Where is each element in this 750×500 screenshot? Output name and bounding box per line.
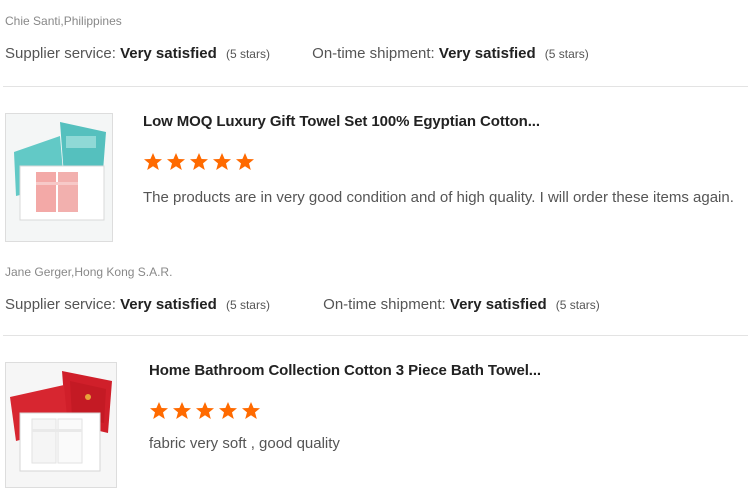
shipment-rating: On-time shipment: Very satisfied (5 star…	[323, 296, 600, 313]
shipment-value: Very satisfied	[449, 296, 547, 313]
review-ratings: Supplier service: Very satisfied (5 star…	[5, 45, 589, 62]
supplier-service-stars: (5 stars)	[225, 47, 270, 61]
product-title[interactable]: Low MOQ Luxury Gift Towel Set 100% Egypt…	[143, 113, 540, 130]
review-ratings: Supplier service: Very satisfied (5 star…	[5, 296, 600, 313]
rating-stars	[143, 152, 258, 174]
reviewer-name: Chie Santi,Philippines	[5, 14, 122, 28]
supplier-service-label: Supplier service:	[5, 45, 116, 62]
divider	[3, 86, 748, 87]
review-comment: fabric very soft , good quality	[149, 435, 340, 452]
supplier-service-value: Very satisfied	[120, 45, 217, 62]
shipment-rating: On-time shipment: Very satisfied (5 star…	[312, 45, 589, 62]
star-icon	[150, 402, 168, 419]
shipment-label: On-time shipment:	[323, 296, 446, 313]
supplier-service-value: Very satisfied	[120, 296, 217, 313]
star-icon	[242, 402, 260, 419]
rating-stars	[149, 401, 264, 423]
reviewer-name: Jane Gerger,Hong Kong S.A.R.	[5, 265, 173, 279]
shipment-label: On-time shipment:	[312, 45, 435, 62]
divider	[3, 335, 748, 336]
star-icon	[144, 153, 162, 170]
product-title[interactable]: Home Bathroom Collection Cotton 3 Piece …	[149, 362, 541, 379]
star-icon	[173, 402, 191, 419]
supplier-service-label: Supplier service:	[5, 296, 116, 313]
star-icon	[167, 153, 185, 170]
shipment-stars: (5 stars)	[544, 47, 589, 61]
star-icon	[236, 153, 254, 170]
shipment-value: Very satisfied	[438, 45, 536, 62]
supplier-service-rating: Supplier service: Very satisfied (5 star…	[5, 296, 319, 313]
star-icon	[213, 153, 231, 170]
supplier-service-rating: Supplier service: Very satisfied (5 star…	[5, 45, 308, 62]
towel-gift-box-image	[6, 114, 112, 241]
product-image[interactable]	[5, 362, 117, 488]
shipment-stars: (5 stars)	[555, 298, 600, 312]
supplier-service-stars: (5 stars)	[225, 298, 270, 312]
star-icon	[219, 402, 237, 419]
star-icon	[190, 153, 208, 170]
review-comment: The products are in very good condition …	[143, 189, 734, 206]
product-image[interactable]	[5, 113, 113, 242]
star-icon	[196, 402, 214, 419]
towel-gift-box-image	[6, 363, 116, 487]
